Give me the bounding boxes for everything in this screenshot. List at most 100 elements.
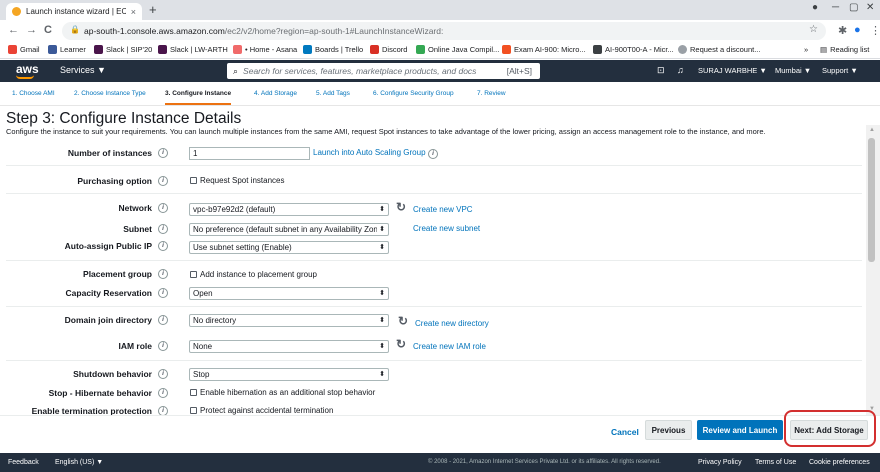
extensions-icon[interactable]: ✱ [838,24,847,37]
shutdown-behavior-select[interactable]: Stop ⬍ [189,368,389,381]
scrollbar-thumb[interactable] [868,138,875,262]
profile-icon[interactable]: ● [812,2,818,13]
bookmark-trello[interactable]: Boards | Trello [303,45,363,54]
bookmark-gmail[interactable]: Gmail [8,45,40,54]
review-and-launch-button[interactable]: Review and Launch [697,420,783,440]
bookmark-star-icon[interactable]: ☆ [809,24,818,35]
terms-of-use-link[interactable]: Terms of Use [755,459,796,466]
step-review[interactable]: 7. Review [477,90,506,97]
cancel-link[interactable]: Cancel [611,427,639,437]
subnet-select[interactable]: No preference (default subnet in any Ava… [189,223,389,236]
aws-logo[interactable]: aws [16,62,39,79]
step-add-tags[interactable]: 5. Add Tags [316,90,350,97]
language-select[interactable]: English (US) ▼ [55,459,103,466]
step-configure-security-group[interactable]: 6. Configure Security Group [373,90,454,97]
services-menu[interactable]: Services ▼ [60,65,106,75]
new-tab-button[interactable]: + [149,2,157,17]
privacy-policy-link[interactable]: Privacy Policy [698,459,742,466]
reading-list-button[interactable]: ▤ Reading list [820,45,869,54]
create-new-directory-link[interactable]: Create new directory [415,319,489,328]
reload-button[interactable]: C [44,24,52,36]
step-add-storage[interactable]: 4. Add Storage [254,90,297,97]
lock-icon[interactable]: 🔒 [70,25,80,34]
bookmark-slack-lw[interactable]: Slack | LW-ARTH [158,45,228,54]
refresh-icon[interactable]: ↻ [396,200,406,214]
info-icon[interactable]: i [158,388,168,398]
termination-protection-checkbox[interactable]: Protect against accidental termination [190,406,333,415]
cookie-preferences-link[interactable]: Cookie preferences [809,459,870,466]
aws-search-input[interactable]: ⌕ Search for services, features, marketp… [227,63,540,79]
checkbox-icon[interactable] [190,389,197,396]
scroll-up-icon[interactable]: ▲ [869,127,875,133]
bookmarks-bar: Gmail Learner Slack | SIP'20 Slack | LW-… [0,42,880,59]
feedback-link[interactable]: Feedback [8,459,39,466]
create-new-iam-role-link[interactable]: Create new IAM role [413,342,486,351]
bookmark-learner[interactable]: Learner [48,45,86,54]
iam-role-select[interactable]: None ⬍ [189,340,389,353]
info-icon[interactable]: i [158,288,168,298]
info-icon[interactable]: i [428,149,438,159]
request-spot-checkbox[interactable]: Request Spot instances [190,176,285,185]
shutdown-behavior-label: Shutdown behavior [73,369,152,379]
network-select[interactable]: vpc-b97e92d2 (default) ⬍ [189,203,389,216]
capacity-reservation-select[interactable]: Open ⬍ [189,287,389,300]
menu-icon[interactable]: ⋮ [870,24,880,37]
info-icon[interactable]: i [158,369,168,379]
info-icon[interactable]: i [158,406,168,415]
discord-icon [370,45,379,54]
number-of-instances-input[interactable]: 1 [189,147,310,160]
browser-tab[interactable]: Launch instance wizard | EC2 Ma × [6,3,142,20]
cloudshell-icon[interactable]: ⊡ [657,65,665,76]
close-window-button[interactable]: ✕ [866,2,874,13]
aws-favicon-icon [12,7,21,16]
info-icon[interactable]: i [158,269,168,279]
minimize-button[interactable]: ─ [832,2,839,13]
info-icon[interactable]: i [158,176,168,186]
create-new-subnet-link[interactable]: Create new subnet [413,224,480,233]
checkbox-icon[interactable] [190,177,197,184]
bookmark-slack-sip[interactable]: Slack | SIP'20 [94,45,152,54]
checkbox-icon[interactable] [190,407,197,414]
account-menu[interactable]: SURAJ WARBHE ▼ [698,66,767,75]
create-new-vpc-link[interactable]: Create new VPC [413,205,473,214]
placement-group-checkbox[interactable]: Add instance to placement group [190,270,317,279]
refresh-icon[interactable]: ↻ [396,337,406,351]
bookmark-exam-ai900[interactable]: Exam AI-900: Micro... [502,45,586,54]
url-bar[interactable]: 🔒 ap-south-1.console.aws.amazon.com/ec2/… [62,22,826,40]
public-ip-select[interactable]: Use subnet setting (Enable) ⬍ [189,241,389,254]
tab-close-icon[interactable]: × [131,7,136,17]
back-button[interactable]: ← [8,24,19,36]
step-choose-instance-type[interactable]: 2. Choose Instance Type [74,90,146,97]
bookmark-request-discount[interactable]: Request a discount... [678,45,760,54]
divider [6,165,862,166]
maximize-button[interactable]: ▢ [849,2,858,13]
info-icon[interactable]: i [158,241,168,251]
bookmarks-overflow[interactable]: » [804,45,808,54]
step-configure-instance[interactable]: 3. Configure Instance [165,90,232,105]
notifications-bell-icon[interactable]: ♫ [677,65,684,75]
info-icon[interactable]: i [158,148,168,158]
info-icon[interactable]: i [158,224,168,234]
gmail-icon [8,45,17,54]
refresh-icon[interactable]: ↻ [398,314,408,328]
region-menu[interactable]: Mumbai ▼ [775,66,811,75]
auto-scaling-link[interactable]: Launch into Auto Scaling Group [313,148,426,157]
info-icon[interactable]: i [158,341,168,351]
info-icon[interactable]: i [158,203,168,213]
forward-button[interactable]: → [26,24,37,36]
bookmark-java-compiler[interactable]: Online Java Compil... [416,45,499,54]
wizard-steps: 1. Choose AMI 2. Choose Instance Type 3.… [0,82,880,106]
bookmark-asana[interactable]: • Home - Asana [233,45,297,54]
info-icon[interactable]: i [158,315,168,325]
select-caret-icon: ⬍ [377,204,385,215]
bookmark-discord[interactable]: Discord [370,45,407,54]
support-menu[interactable]: Support ▼ [822,66,858,75]
domain-join-select[interactable]: No directory ⬍ [189,314,389,327]
browser-tab-strip: Launch instance wizard | EC2 Ma × + ● ─ … [0,0,880,20]
hibernation-checkbox[interactable]: Enable hibernation as an additional stop… [190,388,375,397]
previous-button[interactable]: Previous [645,420,692,440]
account-avatar[interactable]: ● [854,24,861,36]
checkbox-icon[interactable] [190,271,197,278]
step-choose-ami[interactable]: 1. Choose AMI [12,90,55,97]
bookmark-ai900t00[interactable]: AI-900T00-A - Micr... [593,45,674,54]
